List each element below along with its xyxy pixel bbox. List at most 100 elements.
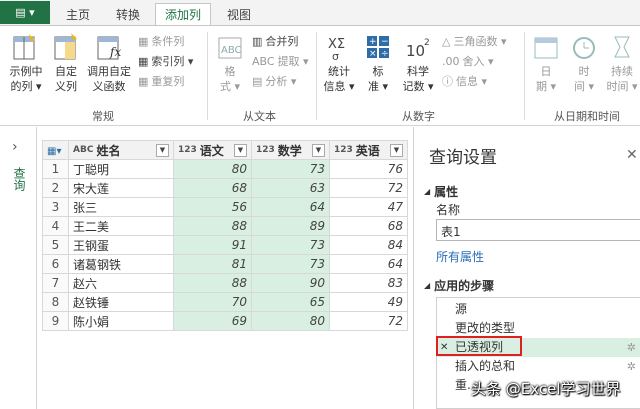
parse-icon: ▤ bbox=[252, 74, 263, 88]
gear-icon[interactable]: ✲ bbox=[627, 338, 636, 357]
svg-text:fx: fx bbox=[109, 45, 121, 59]
svg-text:10: 10 bbox=[406, 42, 425, 60]
rounding-button[interactable]: .00 舍入 ▾ bbox=[442, 53, 494, 69]
conditional-column-button[interactable]: ▦ 条件列 bbox=[138, 33, 184, 49]
merge-columns-button[interactable]: ▥ 合并列 bbox=[252, 33, 298, 49]
ribbon: 示例中 的列 ▾ 自定 义列 fx 调用自定 义函数 ▦ 条件列 ▦ 索引列 ▾ ▦… bbox=[0, 25, 640, 126]
query-settings-title: 查询设置 bbox=[429, 148, 497, 168]
statistics-button[interactable]: XΣ σ 统计 信息 ▾ bbox=[320, 32, 358, 94]
group-label-from-text: 从文本 bbox=[243, 110, 276, 123]
group-separator bbox=[316, 32, 317, 120]
table-row[interactable]: 1 丁聪明 80 73 76 bbox=[42, 159, 408, 179]
tab-add-column[interactable]: 添加列 bbox=[155, 3, 211, 25]
standard-operations-icon: + − × ÷ bbox=[367, 36, 389, 59]
standard-button[interactable]: + − × ÷ 标 准 ▾ bbox=[360, 32, 396, 94]
queries-pane-collapsed: › 查询 bbox=[0, 127, 37, 409]
group-label-from-datetime: 从日期和时间 bbox=[554, 110, 620, 123]
clock-icon bbox=[573, 37, 595, 59]
statistics-sigma-icon: XΣ σ bbox=[328, 37, 345, 62]
column-header-english[interactable]: 123 英语 ▼ bbox=[329, 140, 408, 160]
svg-text:ABC: ABC bbox=[221, 45, 242, 56]
number-type-icon: 123 bbox=[256, 145, 275, 155]
collapse-triangle-icon: ◢ bbox=[424, 281, 431, 290]
svg-text:÷: ÷ bbox=[381, 49, 389, 59]
extract-icon: ABC bbox=[252, 54, 275, 68]
duration-button[interactable]: 持续 时间 ▾ bbox=[604, 32, 640, 94]
format-button[interactable]: ABC 格 式 ▾ bbox=[212, 32, 248, 94]
step-source[interactable]: 源 bbox=[437, 300, 640, 319]
svg-text:+: + bbox=[369, 37, 377, 47]
properties-section-header[interactable]: ◢ 属性 bbox=[424, 183, 458, 200]
table-row[interactable]: 6 诸葛钢铁 81 73 64 bbox=[42, 254, 408, 274]
duration-icon bbox=[614, 36, 630, 58]
table-row[interactable]: 7 赵六 88 90 83 bbox=[42, 273, 408, 293]
svg-text:σ: σ bbox=[332, 50, 339, 62]
duplicate-column-icon: ▦ bbox=[138, 74, 149, 88]
query-settings-pane: 查询设置 ✕ ◢ 属性 名称 表1 所有属性 ◢ 应用的步骤 源 更改的类型 ✕… bbox=[413, 127, 640, 409]
group-label-general: 常规 bbox=[92, 110, 114, 123]
file-menu-button[interactable]: ▤ ▾ bbox=[0, 1, 50, 24]
table-row[interactable]: 5 王钢蛋 91 73 84 bbox=[42, 235, 408, 255]
index-column-button[interactable]: ▦ 索引列 ▾ bbox=[138, 53, 193, 69]
gear-icon[interactable]: ✲ bbox=[627, 357, 636, 376]
all-properties-link[interactable]: 所有属性 bbox=[436, 248, 484, 265]
highlight-box bbox=[436, 336, 522, 356]
custom-column-button[interactable]: 自定 义列 bbox=[50, 32, 82, 94]
format-text-icon: ABC bbox=[218, 37, 242, 59]
text-type-icon: ABC bbox=[73, 145, 94, 155]
table-menu-cell[interactable]: ▦▾ bbox=[42, 140, 69, 160]
invoke-function-icon: fx bbox=[97, 36, 121, 60]
svg-text:×: × bbox=[369, 49, 377, 59]
extract-button[interactable]: ABC 提取 ▾ bbox=[252, 53, 309, 69]
queries-pane-label[interactable]: 查询 bbox=[11, 167, 28, 191]
tab-home[interactable]: 主页 bbox=[56, 3, 100, 25]
group-separator bbox=[207, 32, 208, 120]
trigonometry-button[interactable]: △ 三角函数 ▾ bbox=[442, 33, 507, 49]
column-filter-dropdown-icon[interactable]: ▼ bbox=[390, 143, 403, 157]
table-menu-icon: ▦▾ bbox=[47, 146, 62, 157]
column-filter-dropdown-icon[interactable]: ▼ bbox=[234, 143, 247, 157]
number-type-icon: 123 bbox=[334, 145, 353, 155]
table-row[interactable]: 4 王二美 88 89 68 bbox=[42, 216, 408, 236]
table-row[interactable]: 9 陈小娟 69 80 72 bbox=[42, 311, 408, 331]
duplicate-column-button[interactable]: ▦ 重复列 bbox=[138, 73, 184, 89]
column-from-examples-button[interactable]: 示例中 的列 ▾ bbox=[4, 32, 48, 94]
expand-queries-chevron-icon[interactable]: › bbox=[12, 139, 18, 155]
applied-steps-section-header[interactable]: ◢ 应用的步骤 bbox=[424, 277, 494, 294]
date-button[interactable]: 日 期 ▾ bbox=[528, 32, 564, 94]
tab-transform[interactable]: 转换 bbox=[106, 3, 150, 25]
trigonometry-icon: △ bbox=[442, 34, 451, 48]
rounding-icon: .00 bbox=[442, 54, 460, 68]
table-row[interactable]: 2 宋大莲 68 63 72 bbox=[42, 178, 408, 198]
information-button[interactable]: ⓘ 信息 ▾ bbox=[442, 73, 487, 89]
group-separator bbox=[524, 32, 525, 120]
close-icon[interactable]: ✕ bbox=[626, 147, 638, 163]
name-label: 名称 bbox=[436, 203, 461, 217]
svg-text:2: 2 bbox=[424, 38, 430, 48]
column-from-examples-icon bbox=[13, 34, 35, 60]
column-header-chinese[interactable]: 123 语文 ▼ bbox=[173, 140, 252, 160]
svg-text:−: − bbox=[381, 37, 389, 47]
parse-button[interactable]: ▤ 分析 ▾ bbox=[252, 73, 296, 89]
query-name-field[interactable]: 表1 bbox=[436, 219, 640, 241]
table-row[interactable]: 8 赵铁锤 70 65 49 bbox=[42, 292, 408, 312]
group-label-from-number: 从数字 bbox=[402, 110, 435, 123]
table-row[interactable]: 3 张三 56 64 47 bbox=[42, 197, 408, 217]
step-inserted-sum[interactable]: 插入的总和 ✲ bbox=[437, 357, 640, 376]
merge-columns-icon: ▥ bbox=[252, 34, 263, 48]
column-filter-dropdown-icon[interactable]: ▼ bbox=[312, 143, 325, 157]
scientific-button[interactable]: 10 2 科学 记数 ▾ bbox=[398, 32, 438, 94]
collapse-triangle-icon: ◢ bbox=[424, 187, 431, 196]
number-type-icon: 123 bbox=[178, 145, 197, 155]
column-header-math[interactable]: 123 数学 ▼ bbox=[251, 140, 330, 160]
invoke-custom-function-button[interactable]: fx 调用自定 义函数 bbox=[84, 32, 134, 94]
scientific-power-icon: 10 2 bbox=[406, 38, 430, 60]
column-header-name[interactable]: ABC 姓名 ▼ bbox=[68, 140, 174, 160]
column-filter-dropdown-icon[interactable]: ▼ bbox=[156, 143, 169, 157]
time-button[interactable]: 时 间 ▾ bbox=[566, 32, 602, 94]
information-icon: ⓘ bbox=[442, 75, 453, 88]
data-grid: ▦▾ ABC 姓名 ▼ 123 语文 ▼ 123 数学 ▼ 123 英语 ▼ 1… bbox=[42, 140, 408, 331]
tab-view[interactable]: 视图 bbox=[217, 3, 261, 25]
index-column-icon: ▦ bbox=[138, 54, 149, 68]
custom-column-icon bbox=[54, 33, 77, 60]
